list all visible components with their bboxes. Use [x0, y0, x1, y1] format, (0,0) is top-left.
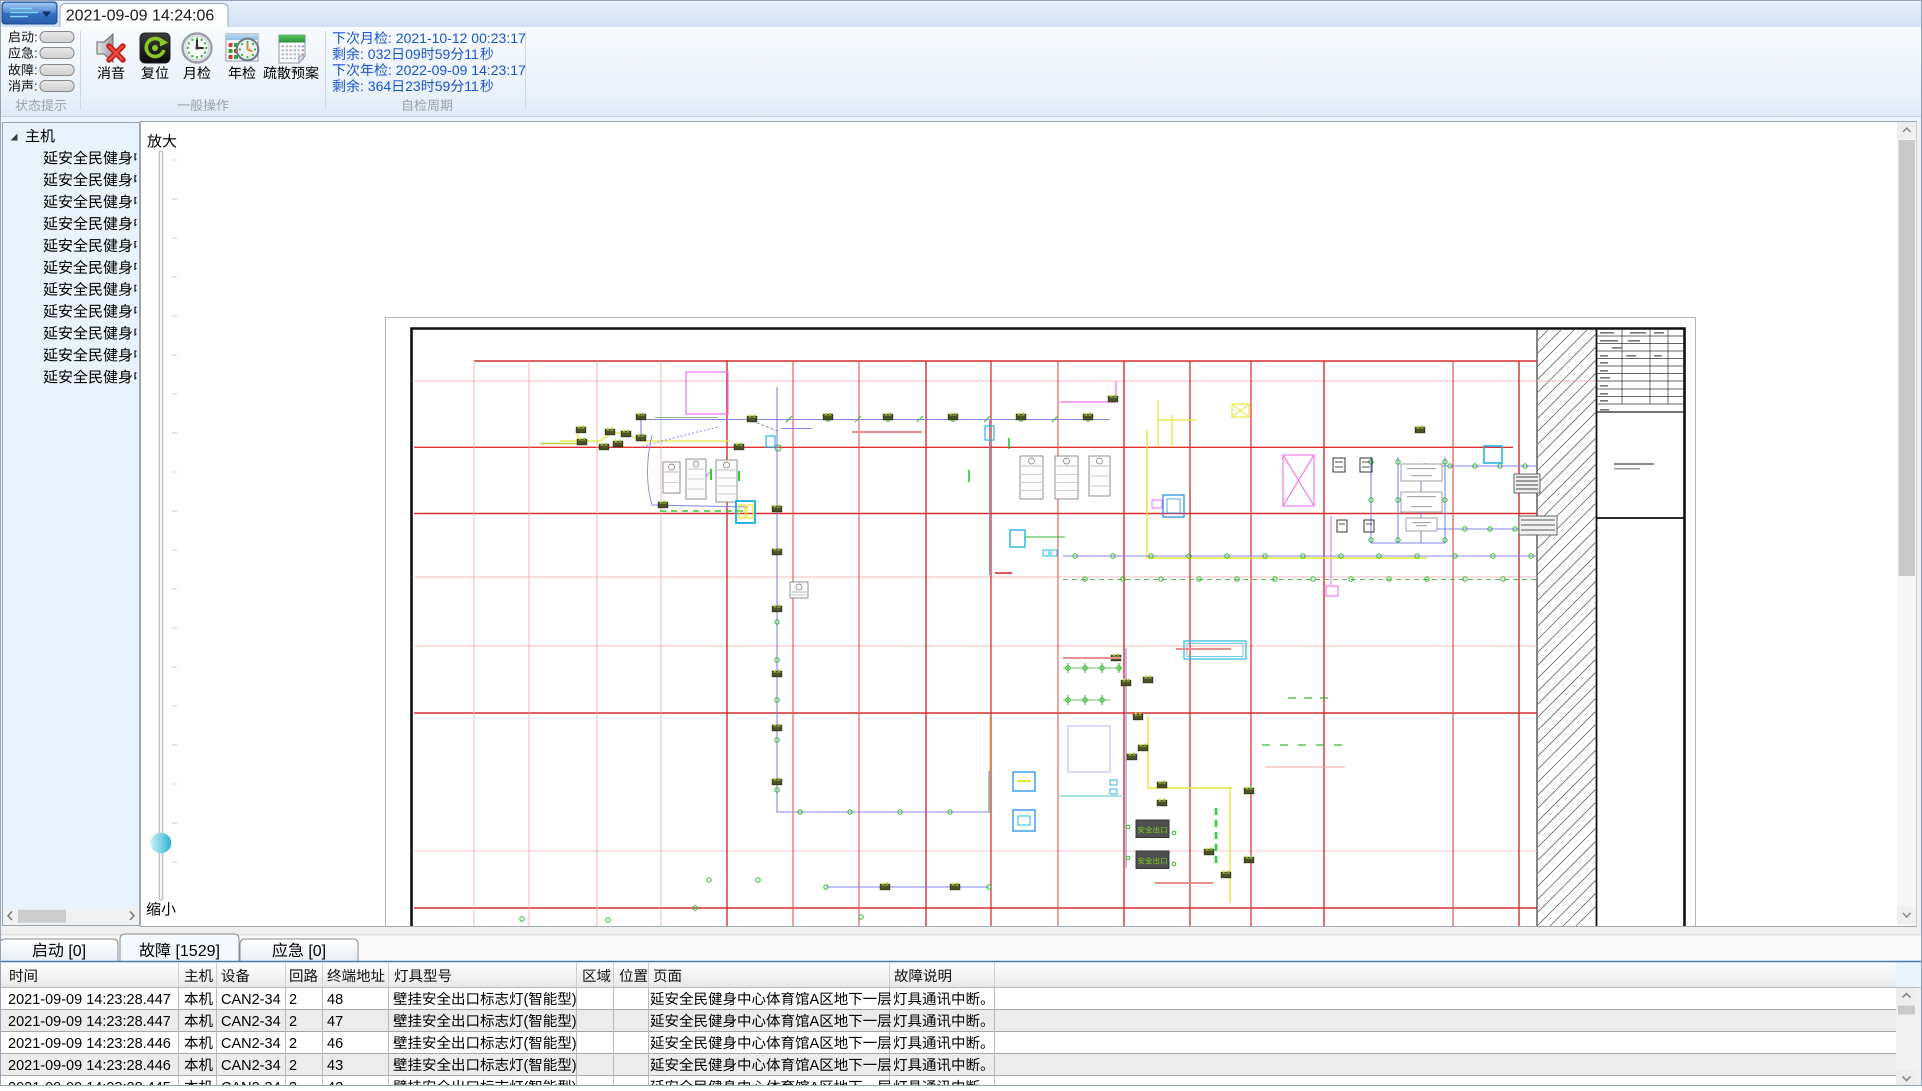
svg-text:CAN2-34: CAN2-34	[221, 1058, 281, 1074]
svg-text:2: 2	[289, 1058, 297, 1074]
svg-text:59: 59	[435, 78, 451, 94]
svg-text:48: 48	[327, 992, 343, 1008]
svg-text:CAN2-34: CAN2-34	[221, 1014, 281, 1030]
svg-text:46: 46	[327, 1036, 343, 1052]
svg-text::: :	[34, 79, 38, 94]
svg-text:CAN2-34: CAN2-34	[221, 1036, 281, 1052]
svg-text:2021-09-09 14:23:28.447: 2021-09-09 14:23:28.447	[8, 992, 171, 1008]
svg-text:23: 23	[405, 78, 421, 94]
svg-text:59: 59	[435, 46, 451, 62]
svg-text:2021-09-09 14:23:28.447: 2021-09-09 14:23:28.447	[8, 1014, 171, 1030]
svg-text:: 2022-09-09 14:23:17: : 2022-09-09 14:23:17	[388, 62, 526, 78]
svg-text::: :	[34, 63, 38, 78]
svg-text::: :	[34, 46, 38, 61]
svg-text:2021-09-09 14:24:06: 2021-09-09 14:24:06	[66, 8, 215, 25]
svg-text:[0]: [0]	[304, 943, 326, 960]
svg-text:43: 43	[327, 1058, 343, 1074]
svg-text:47: 47	[327, 1014, 343, 1030]
svg-text:09: 09	[405, 46, 421, 62]
svg-text:: 032: : 032	[360, 46, 391, 62]
svg-text:CAN2-34: CAN2-34	[221, 992, 281, 1008]
svg-text:11: 11	[464, 78, 479, 94]
svg-text:11: 11	[464, 46, 479, 62]
svg-text:2021-09-09 14:23:28.446: 2021-09-09 14:23:28.446	[8, 1058, 171, 1074]
svg-text:: 2021-10-12 00:23:17: : 2021-10-12 00:23:17	[388, 30, 526, 46]
svg-text:2: 2	[289, 1014, 297, 1030]
svg-text:2: 2	[289, 1036, 297, 1052]
svg-text:: 364: : 364	[360, 78, 391, 94]
svg-text:[1529]: [1529]	[171, 943, 220, 960]
svg-text:2021-09-09 14:23:28.446: 2021-09-09 14:23:28.446	[8, 1036, 171, 1052]
svg-text:[0]: [0]	[64, 943, 86, 960]
svg-text:2: 2	[289, 992, 297, 1008]
svg-text::: :	[34, 30, 38, 45]
